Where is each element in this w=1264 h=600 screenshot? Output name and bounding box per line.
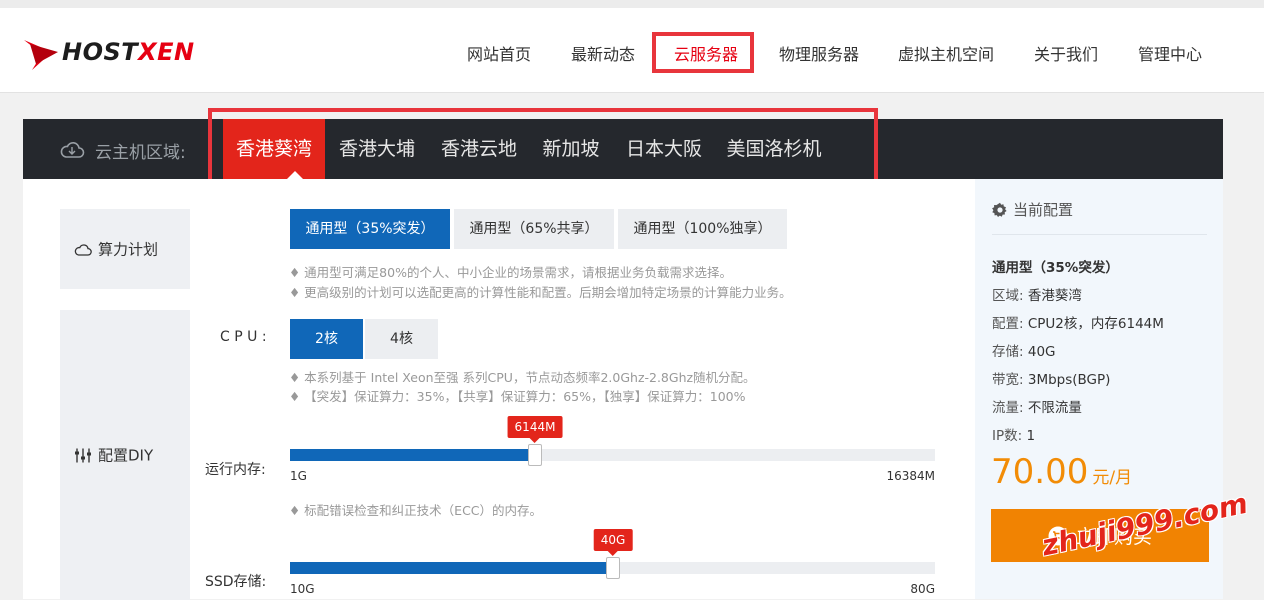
plan-note-1: ♦ 通用型可满足80%的个人、中小企业的场景需求，请根据业务负载需求选择。 <box>289 265 732 280</box>
config-panel: 算力计划 通用型（35%突发） 通用型（65%共享） 通用型（100%独享） ♦… <box>23 179 975 600</box>
nav-about[interactable]: 关于我们 <box>1034 41 1098 65</box>
memory-note: ♦ 标配错误检查和纠正技术（ECC）的内存。 <box>289 503 543 518</box>
cpu-label: C P U : <box>220 329 267 345</box>
nav-dedicated-server[interactable]: 物理服务器 <box>779 41 859 65</box>
cpu-note-2: ♦ 【突发】保证算力：35%，【共享】保证算力：65%，【独享】保证算力：100… <box>289 389 746 404</box>
site-logo[interactable]: HOSTXEN <box>22 34 195 74</box>
nav-highlight-box <box>652 32 754 73</box>
plan-option-shared[interactable]: 通用型（65%共享） <box>454 209 614 249</box>
sliders-icon <box>75 448 91 462</box>
ssd-slider-handle[interactable] <box>606 557 620 579</box>
ssd-value-tip: 40G <box>593 529 633 556</box>
nav-admin[interactable]: 管理中心 <box>1138 41 1202 65</box>
nav-news[interactable]: 最新动态 <box>571 41 635 65</box>
site-header: HOSTXEN 网站首页 最新动态 云服务器 物理服务器 虚拟主机空间 关于我们… <box>0 8 1264 93</box>
logo-text: HOSTXEN <box>62 38 195 66</box>
cloud-outline-icon <box>74 243 92 256</box>
price: 70.00 元/月 <box>991 452 1132 492</box>
cloud-icon <box>60 142 85 158</box>
summary-row-traffic: 流量: 不限流量 <box>992 400 1082 416</box>
memory-value-tip: 6144M <box>507 416 563 443</box>
ssd-max-label: 80G <box>910 582 935 596</box>
price-unit: 元/月 <box>1092 468 1133 488</box>
summary-row-config: 配置: CPU2核，内存6144M <box>992 316 1164 332</box>
plan-option-burst[interactable]: 通用型（35%突发） <box>290 209 450 249</box>
memory-slider[interactable]: 6144M 1G 16384M <box>290 416 935 483</box>
region-label: 云主机区域: <box>95 143 186 163</box>
nav-home[interactable]: 网站首页 <box>467 41 531 65</box>
memory-slider-handle[interactable] <box>528 444 542 466</box>
summary-divider <box>992 234 1207 235</box>
gear-icon <box>992 202 1007 217</box>
memory-max-label: 16384M <box>886 469 935 483</box>
price-amount: 70.00 <box>991 452 1089 492</box>
cpu-option-2core[interactable]: 2核 <box>290 319 363 359</box>
cpu-option-4core[interactable]: 4核 <box>365 319 438 359</box>
plan-label-text: 算力计划 <box>98 240 159 259</box>
summary-row-storage: 存储: 40G <box>992 344 1056 360</box>
top-strip <box>0 0 1264 8</box>
memory-slider-fill <box>290 449 535 461</box>
nav-virtual-hosting[interactable]: 虚拟主机空间 <box>898 41 994 65</box>
ssd-slider-fill <box>290 562 613 574</box>
summary-row-ip: IP数: 1 <box>992 428 1036 444</box>
cpu-note-1: ♦ 本系列基于 Intel Xeon至强 系列CPU，节点动态频率2.0Ghz-… <box>289 370 756 385</box>
plan-note-2: ♦ 更高级别的计划可以选配更高的计算性能和配置。后期会增加特定场景的计算能力业务… <box>289 285 792 300</box>
ssd-label: SSD存储: <box>205 574 267 590</box>
memory-min-label: 1G <box>290 469 307 483</box>
diy-label-text: 配置DIY <box>98 446 154 465</box>
plan-option-dedicated[interactable]: 通用型（100%独享） <box>618 209 787 249</box>
summary-plan: 通用型（35%突发） <box>992 260 1119 276</box>
logo-swoosh-icon <box>24 40 58 70</box>
summary-title: 当前配置 <box>992 199 1073 220</box>
memory-label: 运行内存: <box>205 462 266 478</box>
diy-section-label: 配置DIY <box>60 310 190 600</box>
summary-title-text: 当前配置 <box>1013 201 1074 219</box>
summary-row-bandwidth: 带宽: 3Mbps(BGP) <box>992 372 1111 388</box>
ssd-min-label: 10G <box>290 582 315 596</box>
ssd-slider[interactable]: 40G 10G 80G <box>290 529 935 596</box>
plan-section-label: 算力计划 <box>60 209 190 289</box>
summary-row-region: 区域: 香港葵湾 <box>992 288 1082 304</box>
